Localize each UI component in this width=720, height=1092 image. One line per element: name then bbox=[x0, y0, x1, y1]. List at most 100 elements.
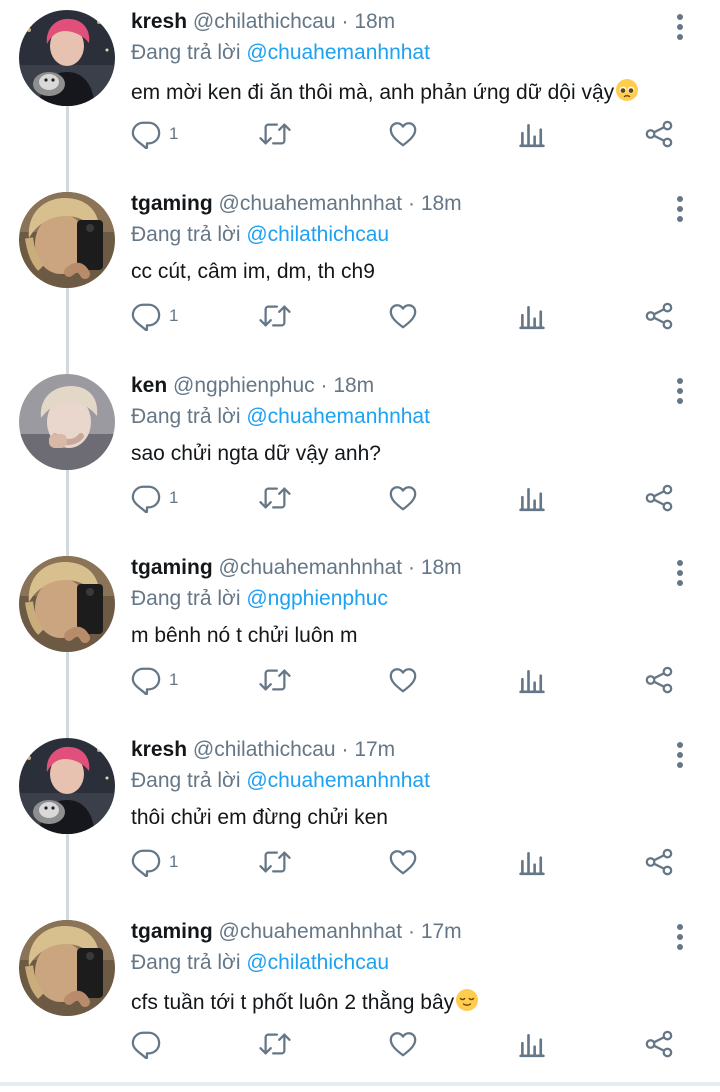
tweet[interactable]: tgaming @chuahemanhnhat · 18m Đang trả l… bbox=[0, 546, 720, 728]
share-icon bbox=[644, 1029, 674, 1059]
separator-dot: · bbox=[407, 192, 415, 215]
reply-count: 1 bbox=[169, 852, 179, 871]
avatar[interactable] bbox=[19, 374, 115, 470]
analytics-button[interactable] bbox=[518, 118, 546, 150]
thread-connector bbox=[66, 470, 69, 546]
display-name[interactable]: ken bbox=[131, 374, 167, 397]
mention-link[interactable]: @ngphienphuc bbox=[246, 587, 388, 610]
avatar[interactable] bbox=[19, 920, 115, 1016]
tweet[interactable]: kresh @chilathichcau · 18m Đang trả lời … bbox=[0, 0, 720, 182]
retweet-button[interactable] bbox=[258, 1028, 292, 1060]
thread-connector bbox=[66, 834, 69, 910]
more-vertical-icon[interactable] bbox=[668, 376, 692, 406]
timestamp[interactable]: 18m bbox=[421, 556, 462, 579]
share-button[interactable] bbox=[644, 300, 674, 332]
display-name[interactable]: tgaming bbox=[131, 192, 213, 215]
mention-link[interactable]: @chuahemanhnhat bbox=[246, 41, 430, 64]
timestamp[interactable]: 18m bbox=[333, 374, 374, 397]
like-button[interactable] bbox=[388, 846, 418, 878]
reply-button[interactable]: 1 bbox=[131, 300, 178, 332]
separator-dot: · bbox=[341, 738, 349, 761]
reply-button[interactable] bbox=[131, 1028, 169, 1060]
display-name[interactable]: kresh bbox=[131, 738, 187, 761]
display-name[interactable]: kresh bbox=[131, 10, 187, 33]
mention-link[interactable]: @chuahemanhnhat bbox=[246, 769, 430, 792]
more-vertical-icon[interactable] bbox=[668, 922, 692, 952]
like-button[interactable] bbox=[388, 118, 418, 150]
heart-icon bbox=[388, 483, 418, 513]
user-handle[interactable]: @chilathichcau bbox=[193, 738, 336, 761]
more-vertical-icon[interactable] bbox=[668, 558, 692, 588]
avatar[interactable] bbox=[19, 192, 115, 288]
user-handle[interactable]: @chuahemanhnhat bbox=[219, 192, 403, 215]
avatar[interactable] bbox=[19, 10, 115, 106]
reply-button[interactable]: 1 bbox=[131, 118, 178, 150]
replying-label: Đang trả lời bbox=[131, 223, 241, 246]
analytics-button[interactable] bbox=[518, 482, 546, 514]
like-button[interactable] bbox=[388, 664, 418, 696]
reply-button[interactable]: 1 bbox=[131, 664, 178, 696]
more-vertical-icon[interactable] bbox=[668, 194, 692, 224]
reply-button[interactable]: 1 bbox=[131, 482, 178, 514]
more-vertical-icon[interactable] bbox=[668, 740, 692, 770]
reply-icon bbox=[131, 665, 161, 695]
analytics-button[interactable] bbox=[518, 1028, 546, 1060]
blond-hair-avatar bbox=[19, 920, 115, 1016]
bar-chart-icon bbox=[518, 483, 546, 513]
user-handle[interactable]: @chuahemanhnhat bbox=[219, 556, 403, 579]
analytics-button[interactable] bbox=[518, 300, 546, 332]
like-button[interactable] bbox=[388, 300, 418, 332]
share-button[interactable] bbox=[644, 1028, 674, 1060]
user-handle[interactable]: @chuahemanhnhat bbox=[219, 920, 403, 943]
retweet-button[interactable] bbox=[258, 300, 292, 332]
timestamp[interactable]: 17m bbox=[421, 920, 462, 943]
avatar[interactable] bbox=[19, 556, 115, 652]
tweet-text: m bênh nó t chửi luôn m bbox=[131, 624, 358, 648]
retweet-button[interactable] bbox=[258, 118, 292, 150]
reply-button[interactable]: 1 bbox=[131, 846, 178, 878]
tweet[interactable]: kresh @chilathichcau · 17m Đang trả lời … bbox=[0, 728, 720, 910]
separator-dot: · bbox=[320, 374, 328, 397]
display-name[interactable]: tgaming bbox=[131, 556, 213, 579]
display-name[interactable]: tgaming bbox=[131, 920, 213, 943]
mention-link[interactable]: @chuahemanhnhat bbox=[246, 405, 430, 428]
retweet-icon bbox=[258, 483, 292, 513]
like-button[interactable] bbox=[388, 1028, 418, 1060]
share-icon bbox=[644, 119, 674, 149]
thread-connector bbox=[66, 652, 69, 728]
tweet-text-content: thôi chửi em đừng chửi ken bbox=[131, 806, 388, 829]
timestamp[interactable]: 18m bbox=[421, 192, 462, 215]
tweet[interactable]: tgaming @chuahemanhnhat · 18m Đang trả l… bbox=[0, 182, 720, 364]
replying-label: Đang trả lời bbox=[131, 41, 241, 64]
more-vertical-icon[interactable] bbox=[668, 12, 692, 42]
retweet-button[interactable] bbox=[258, 664, 292, 696]
analytics-button[interactable] bbox=[518, 846, 546, 878]
replying-to: Đang trả lời @chuahemanhnhat bbox=[131, 769, 430, 793]
avatar[interactable] bbox=[19, 738, 115, 834]
tweet-text-content: cfs tuần tới t phốt luôn 2 thằng bây bbox=[131, 991, 455, 1014]
retweet-button[interactable] bbox=[258, 846, 292, 878]
user-handle[interactable]: @ngphienphuc bbox=[173, 374, 315, 397]
share-button[interactable] bbox=[644, 846, 674, 878]
share-button[interactable] bbox=[644, 482, 674, 514]
reply-count: 1 bbox=[169, 124, 179, 143]
share-button[interactable] bbox=[644, 118, 674, 150]
retweet-icon bbox=[258, 1029, 292, 1059]
analytics-button[interactable] bbox=[518, 664, 546, 696]
tweet[interactable]: ken @ngphienphuc · 18m Đang trả lời @chu… bbox=[0, 364, 720, 546]
mention-link[interactable]: @chilathichcau bbox=[246, 223, 389, 246]
separator-dot: · bbox=[407, 556, 415, 579]
replying-to: Đang trả lời @ngphienphuc bbox=[131, 587, 388, 611]
heart-icon bbox=[388, 119, 418, 149]
like-button[interactable] bbox=[388, 482, 418, 514]
tweet[interactable]: tgaming @chuahemanhnhat · 17m Đang trả l… bbox=[0, 910, 720, 1092]
timestamp[interactable]: 17m bbox=[354, 738, 395, 761]
timestamp[interactable]: 18m bbox=[354, 10, 395, 33]
replying-label: Đang trả lời bbox=[131, 769, 241, 792]
share-button[interactable] bbox=[644, 664, 674, 696]
mention-link[interactable]: @chilathichcau bbox=[246, 951, 389, 974]
user-handle[interactable]: @chilathichcau bbox=[193, 10, 336, 33]
retweet-button[interactable] bbox=[258, 482, 292, 514]
replying-to: Đang trả lời @chuahemanhnhat bbox=[131, 405, 430, 429]
tweet-actions: 1 bbox=[131, 118, 691, 150]
